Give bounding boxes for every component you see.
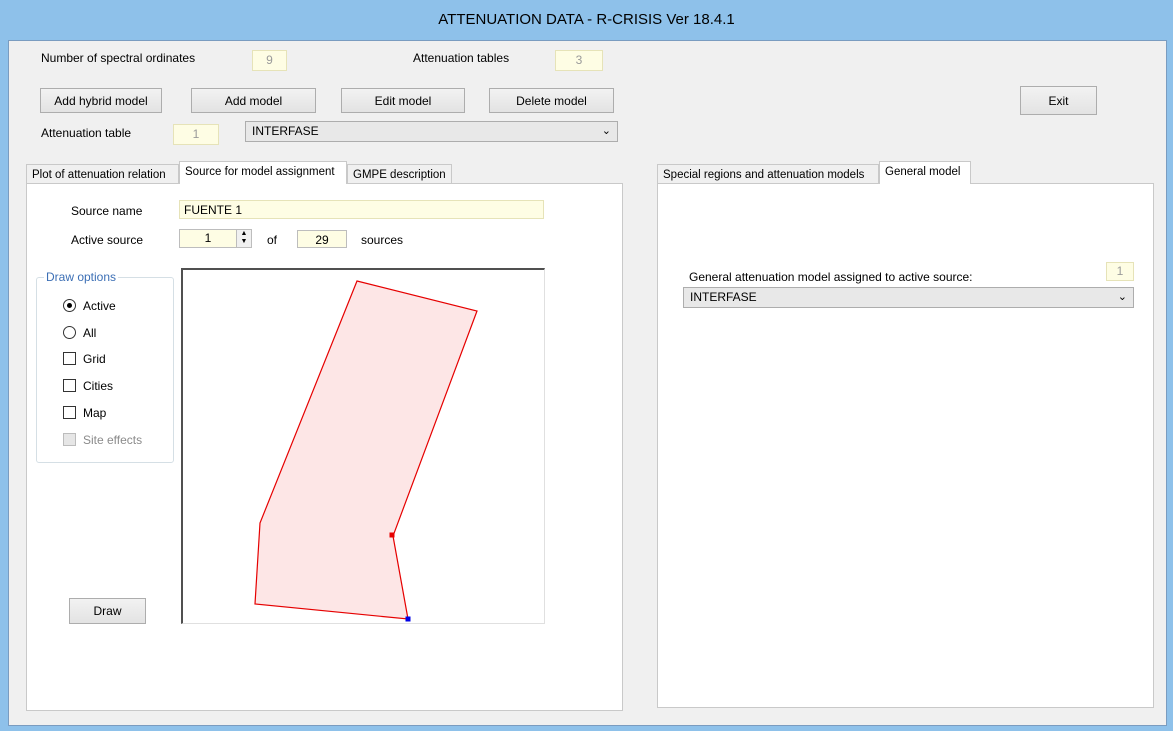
delete-model-button[interactable]: Delete model xyxy=(489,88,614,113)
vertex-marker-blue xyxy=(405,616,411,622)
vertex-marker-red xyxy=(389,532,395,538)
exit-button[interactable]: Exit xyxy=(1020,86,1097,115)
general-model-panel: General attenuation model assigned to ac… xyxy=(657,183,1154,708)
attenuation-table-field: 1 xyxy=(173,124,219,145)
attenuation-table-label: Attenuation table xyxy=(41,126,132,140)
radio-active[interactable] xyxy=(63,299,76,312)
checkbox-grid[interactable] xyxy=(63,352,76,365)
application-window: ATTENUATION DATA - R-CRISIS Ver 18.4.1 N… xyxy=(0,0,1173,731)
spectral-ordinates-field: 9 xyxy=(252,50,287,71)
source-polygon xyxy=(254,280,478,620)
source-name-label: Source name xyxy=(71,204,143,218)
window-title: ATTENUATION DATA - R-CRISIS Ver 18.4.1 xyxy=(438,11,735,28)
attenuation-model-select-value: INTERFASE xyxy=(252,124,319,138)
radio-all-label: All xyxy=(83,326,97,340)
radio-active-label: Active xyxy=(83,299,116,313)
chevron-down-icon: ⌄ xyxy=(601,125,611,137)
of-label: of xyxy=(267,233,278,247)
total-sources-field: 29 xyxy=(297,230,347,248)
draw-options-legend: Draw options xyxy=(44,270,119,284)
checkbox-site-effects-label: Site effects xyxy=(83,433,143,447)
source-assignment-panel: Source name FUENTE 1 Active source 1 ▲ ▼ … xyxy=(26,183,623,711)
checkbox-site-effects xyxy=(63,433,76,446)
edit-model-button[interactable]: Edit model xyxy=(341,88,465,113)
spectral-ordinates-label: Number of spectral ordinates xyxy=(41,51,196,65)
sources-label: sources xyxy=(361,233,404,247)
general-model-select-value: INTERFASE xyxy=(690,290,757,304)
active-source-stepper[interactable]: 1 ▲ ▼ xyxy=(179,229,252,248)
checkbox-map[interactable] xyxy=(63,406,76,419)
tab-special-regions[interactable]: Special regions and attenuation models xyxy=(657,164,879,184)
checkbox-cities[interactable] xyxy=(63,379,76,392)
tab-plot-attenuation[interactable]: Plot of attenuation relation xyxy=(26,164,179,184)
active-source-value: 1 xyxy=(204,231,212,245)
checkbox-grid-label: Grid xyxy=(83,352,106,366)
tab-gmpe-description[interactable]: GMPE description xyxy=(347,164,452,184)
attenuation-tables-label: Attenuation tables xyxy=(413,51,510,65)
tab-general-model[interactable]: General model xyxy=(879,161,971,184)
source-polygon-svg xyxy=(254,280,478,622)
spin-arrows-icon[interactable]: ▲ ▼ xyxy=(236,230,251,247)
draw-button[interactable]: Draw xyxy=(69,598,146,624)
client-area: Number of spectral ordinates 9 Attenuati… xyxy=(8,40,1167,726)
radio-all[interactable] xyxy=(63,326,76,339)
add-model-button[interactable]: Add model xyxy=(191,88,316,113)
general-model-index-field: 1 xyxy=(1106,262,1134,281)
attenuation-tables-field: 3 xyxy=(555,50,603,71)
chevron-down-icon: ⌄ xyxy=(1117,291,1127,303)
active-source-label: Active source xyxy=(71,233,144,247)
source-name-field[interactable]: FUENTE 1 xyxy=(179,200,544,219)
tab-source-model-assignment[interactable]: Source for model assignment xyxy=(179,161,347,184)
attenuation-model-select[interactable]: INTERFASE ⌄ xyxy=(245,121,618,142)
checkbox-map-label: Map xyxy=(83,406,107,420)
general-model-select[interactable]: INTERFASE ⌄ xyxy=(683,287,1134,308)
checkbox-cities-label: Cities xyxy=(83,379,114,393)
general-model-label: General attenuation model assigned to ac… xyxy=(689,270,973,284)
source-plot-canvas[interactable] xyxy=(181,268,545,624)
add-hybrid-model-button[interactable]: Add hybrid model xyxy=(40,88,162,113)
